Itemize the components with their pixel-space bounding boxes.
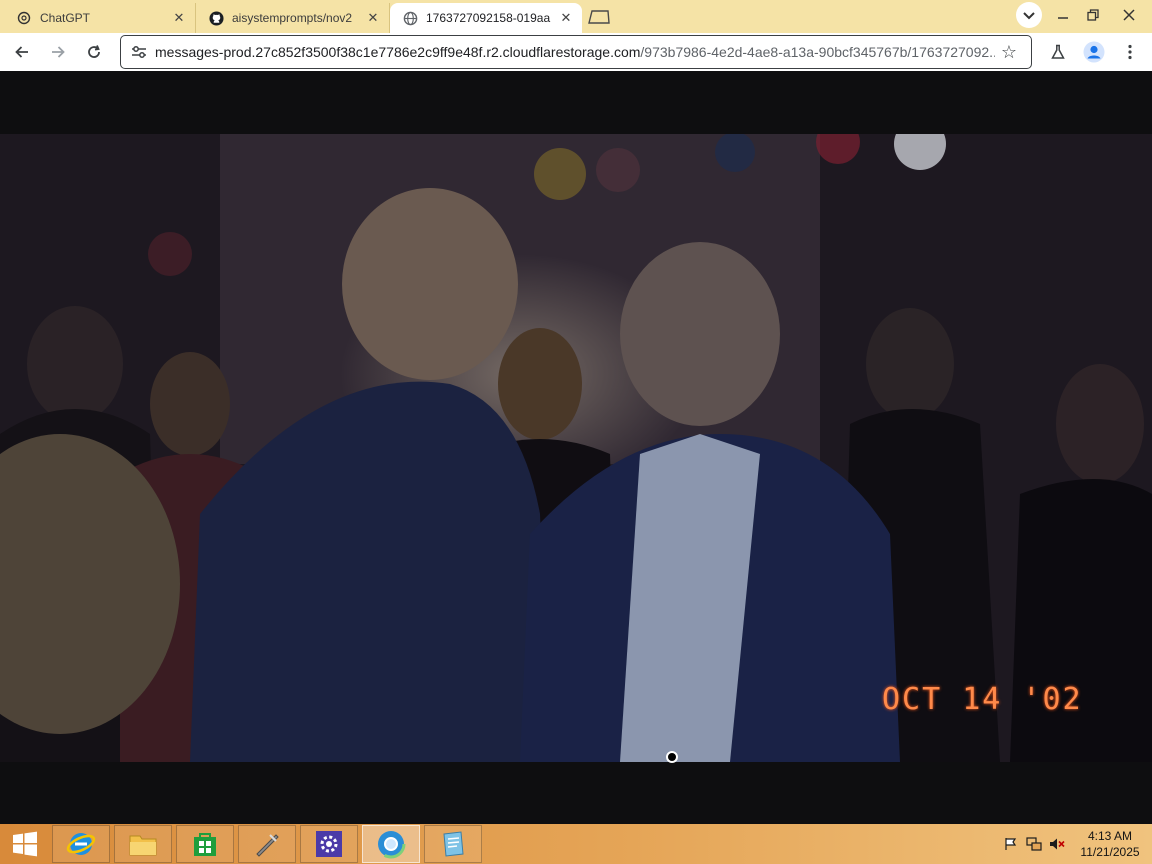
restore-icon[interactable]	[1078, 0, 1108, 30]
tab-github[interactable]: aisystemprompts/nov2 ✕	[196, 3, 390, 33]
site-info-icon[interactable]	[129, 42, 149, 62]
store-icon[interactable]	[176, 825, 234, 863]
close-tab-icon[interactable]: ✕	[365, 10, 381, 26]
photo-scene	[0, 134, 1152, 762]
globe-icon	[402, 10, 418, 26]
bookmark-star-icon[interactable]: ☆	[995, 38, 1023, 66]
internet-explorer-icon[interactable]	[52, 825, 110, 863]
close-tab-icon[interactable]: ✕	[171, 10, 187, 26]
back-arrow-icon[interactable]	[8, 38, 36, 66]
chrome-icon[interactable]	[362, 825, 420, 863]
tab-image[interactable]: 1763727092158-019aa ✕	[390, 3, 582, 33]
system-clock[interactable]: 4:13 AM 11/21/2025	[1074, 828, 1146, 860]
menu-kebab-icon[interactable]	[1116, 38, 1144, 66]
tab-title: aisystemprompts/nov2	[232, 11, 353, 25]
profile-avatar-icon[interactable]	[1080, 38, 1108, 66]
volume-muted-icon[interactable]	[1048, 835, 1066, 853]
tab-list-button[interactable]	[1014, 0, 1044, 30]
labs-flask-icon[interactable]	[1044, 38, 1072, 66]
action-center-flag-icon[interactable]	[1002, 835, 1020, 853]
url-host: messages-prod.27c852f3500f38c1e7786e2c9f…	[155, 44, 641, 60]
party-photo: OCT 14 '02	[0, 134, 1152, 762]
tab-chatgpt[interactable]: ChatGPT ✕	[4, 3, 196, 33]
url-path: /973b7986-4e2d-4ae8-a13a-90bcf345767b/17…	[640, 44, 995, 60]
url-text: messages-prod.27c852f3500f38c1e7786e2c9f…	[155, 44, 995, 60]
openai-icon	[16, 10, 32, 26]
network-icon[interactable]	[1025, 835, 1043, 853]
file-explorer-icon[interactable]	[114, 825, 172, 863]
tab-title: ChatGPT	[40, 11, 91, 25]
tab-title: 1763727092158-019aa	[426, 11, 551, 25]
forward-arrow-icon[interactable]	[44, 38, 72, 66]
tab-strip: ChatGPT ✕ aisystemprompts/nov2 ✕ 1763727…	[0, 0, 1152, 33]
settings-icon[interactable]	[300, 825, 358, 863]
tool-icon[interactable]	[238, 825, 296, 863]
clock-time: 4:13 AM	[1087, 829, 1133, 843]
minimize-icon[interactable]	[1048, 0, 1078, 30]
mouse-cursor	[666, 751, 678, 763]
document-icon[interactable]	[424, 825, 482, 863]
tab-search-icon[interactable]	[586, 8, 612, 25]
close-window-icon[interactable]	[1112, 0, 1146, 30]
photo-datestamp: OCT 14 '02	[882, 682, 1083, 717]
windows-taskbar: 4:13 AM 11/21/2025	[0, 824, 1152, 864]
page-viewport: OCT 14 '02	[0, 71, 1152, 824]
browser-toolbar: messages-prod.27c852f3500f38c1e7786e2c9f…	[0, 33, 1152, 71]
close-tab-icon[interactable]: ✕	[558, 10, 574, 26]
start-icon[interactable]	[0, 824, 50, 864]
reload-icon[interactable]	[80, 38, 108, 66]
github-icon	[208, 10, 224, 26]
clock-date: 11/21/2025	[1080, 845, 1140, 859]
address-bar[interactable]: messages-prod.27c852f3500f38c1e7786e2c9f…	[120, 35, 1032, 69]
